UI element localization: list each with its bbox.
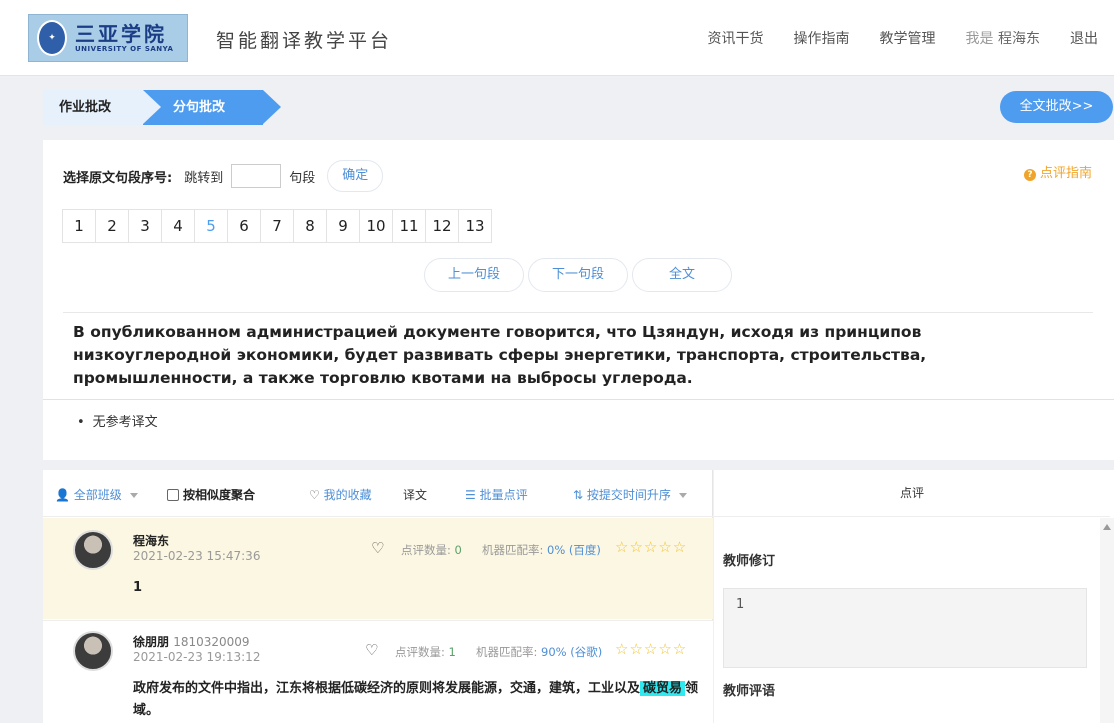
full-review-button[interactable]: 全文批改>> (1000, 91, 1113, 123)
full-text-button[interactable]: 全文 (632, 258, 732, 292)
current-user: 我是 程海东 (965, 31, 1040, 47)
submission-list: 👤 全部班级 按相似度聚合 ♡ 我的收藏 译文 ☰ 批量点评 ⇅ 按提交时间升序… (43, 470, 713, 723)
star-rating[interactable]: ☆☆☆☆☆ (615, 640, 687, 658)
translation-tab[interactable]: 译文 (403, 486, 427, 503)
jump-to-label: 跳转到 (184, 170, 224, 186)
segment-number-input[interactable] (231, 164, 282, 188)
divider (43, 399, 1114, 400)
favorites-filter[interactable]: ♡ 我的收藏 (309, 486, 372, 503)
platform-title: 智能翻译教学平台 (216, 30, 393, 52)
logout-link[interactable]: 退出 (1070, 28, 1098, 48)
segment-page[interactable]: 11 (392, 209, 426, 243)
university-logo[interactable]: ✦ 三亚学院 UNIVERSITY OF SANYA (28, 14, 188, 62)
checkbox-icon (167, 489, 179, 501)
segment-page[interactable]: 6 (227, 209, 261, 243)
teacher-revision-field[interactable]: 1 (723, 588, 1087, 668)
segment-page[interactable]: 2 (95, 209, 129, 243)
chevron-down-icon (129, 493, 138, 498)
list-toolbar: 👤 全部班级 按相似度聚合 ♡ 我的收藏 译文 ☰ 批量点评 ⇅ 按提交时间升序 (43, 470, 713, 517)
heart-icon: ♡ (309, 488, 320, 502)
segment-page[interactable]: 9 (326, 209, 360, 243)
class-filter[interactable]: 👤 全部班级 (55, 486, 138, 503)
student-id: 1810320009 (173, 635, 250, 649)
teacher-revision-label: 教师修订 (723, 554, 776, 569)
reference-translation: 无参考译文 (77, 411, 158, 430)
highlighted-term: 碳贸易 (640, 681, 686, 696)
submission-content: 1 (133, 580, 143, 595)
avatar (73, 631, 113, 671)
star-rating[interactable]: ☆☆☆☆☆ (615, 538, 687, 556)
step-homework-review[interactable]: 作业批改 (43, 90, 143, 125)
step-sentence-review[interactable]: 分句批改 (143, 90, 281, 125)
segment-page[interactable]: 12 (425, 209, 459, 243)
submission-content: 政府发布的文件中指出，江东将根据低碳经济的原则将发展能源，交通，建筑，工业以及碳… (133, 681, 699, 718)
nav-teaching-admin[interactable]: 教学管理 (880, 28, 936, 48)
sort-dropdown[interactable]: ⇅ 按提交时间升序 (573, 486, 687, 503)
segment-page-active[interactable]: 5 (194, 209, 228, 243)
segment-page[interactable]: 3 (128, 209, 162, 243)
student-name: 程海东 (133, 534, 170, 548)
user-icon: 👤 (55, 488, 70, 502)
submission-item[interactable]: 徐朋朋 1810320009 2021-02-23 19:13:12 ♡ 点评数… (43, 620, 713, 723)
review-count: 点评数量: 0 (401, 543, 462, 557)
help-icon: ? (1023, 169, 1036, 181)
nav-news[interactable]: 资讯干货 (708, 28, 764, 48)
submission-item[interactable]: 程海东 2021-02-23 15:47:36 ♡ 点评数量: 0 机器匹配率:… (43, 518, 713, 619)
machine-match-rate: 机器匹配率: 90% (谷歌) (476, 645, 603, 659)
confirm-button[interactable]: 确定 (327, 160, 384, 192)
segment-selector: 选择原文句段序号: 跳转到 句段 确定 (63, 160, 384, 192)
segment-page[interactable]: 1 (62, 209, 96, 243)
top-header: ✦ 三亚学院 UNIVERSITY OF SANYA 智能翻译教学平台 资讯干货… (0, 0, 1114, 76)
segment-nav-buttons: 上一句段 下一句段 全文 (424, 258, 732, 292)
review-panel: 点评 教师修订 1 教师评语 (714, 470, 1114, 723)
current-user-name: 程海东 (998, 31, 1040, 47)
scrollbar[interactable] (1100, 518, 1114, 723)
aggregate-checkbox[interactable]: 按相似度聚合 (167, 486, 255, 503)
segment-page[interactable]: 7 (260, 209, 294, 243)
segment-page[interactable]: 4 (161, 209, 195, 243)
favorite-heart-icon[interactable]: ♡ (365, 641, 378, 659)
batch-review-button[interactable]: ☰ 批量点评 (465, 486, 528, 503)
chevron-down-icon (678, 493, 687, 498)
segment-selector-label: 选择原文句段序号: (63, 170, 173, 186)
segment-page[interactable]: 10 (359, 209, 393, 243)
submit-time: 2021-02-23 19:13:12 (133, 650, 261, 664)
review-count: 点评数量: 1 (395, 645, 456, 659)
top-nav: 资讯干货 操作指南 教学管理 我是 程海东 退出 (708, 28, 1098, 48)
teacher-comment-label: 教师评语 (723, 684, 776, 699)
review-guide-link[interactable]: ? 点评指南 (1023, 162, 1092, 181)
segment-suffix-label: 句段 (289, 170, 316, 186)
source-text: В опубликованном администрацией документ… (63, 312, 1093, 398)
segment-page[interactable]: 13 (458, 209, 492, 243)
favorite-heart-icon[interactable]: ♡ (371, 539, 384, 557)
prev-segment-button[interactable]: 上一句段 (424, 258, 524, 292)
segment-panel: 选择原文句段序号: 跳转到 句段 确定 ? 点评指南 1 2 3 4 5 6 7 … (43, 140, 1114, 460)
avatar (73, 530, 113, 570)
university-seal-icon: ✦ (37, 20, 67, 56)
student-name: 徐朋朋 1810320009 (133, 635, 250, 649)
logo-cn-text: 三亚学院 (75, 22, 167, 46)
list-icon: ☰ (465, 488, 476, 502)
segment-page[interactable]: 8 (293, 209, 327, 243)
breadcrumb: 作业批改 分句批改 (43, 90, 281, 125)
submit-time: 2021-02-23 15:47:36 (133, 549, 261, 563)
segment-pagination: 1 2 3 4 5 6 7 8 9 10 11 12 13 (62, 209, 492, 243)
review-panel-title: 点评 (714, 470, 1110, 517)
next-segment-button[interactable]: 下一句段 (528, 258, 628, 292)
logo-en-text: UNIVERSITY OF SANYA (75, 45, 174, 53)
machine-match-rate: 机器匹配率: 0% (百度) (482, 543, 601, 557)
sort-icon: ⇅ (573, 488, 584, 502)
nav-guide[interactable]: 操作指南 (794, 28, 850, 48)
